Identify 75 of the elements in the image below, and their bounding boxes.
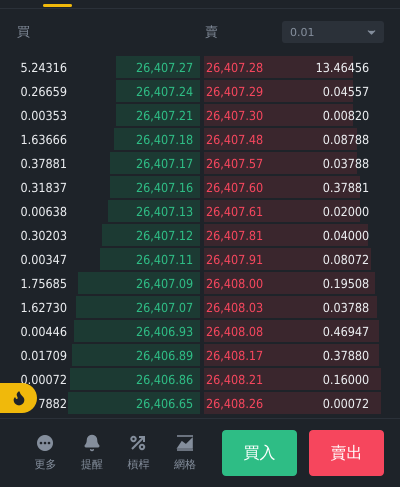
bid-quantity: 0.00353 xyxy=(20,108,67,122)
bid-quantity: 1.62730 xyxy=(20,300,67,314)
bid-quantity: 0.37881 xyxy=(20,156,67,170)
bid-label: 買 xyxy=(17,24,31,41)
ask-price: 26,407.28 xyxy=(206,60,264,74)
bid-quantity: 0.31837 xyxy=(20,180,67,194)
toolbar-button[interactable]: 更多 xyxy=(22,434,69,472)
precision-dropdown[interactable]: 0.01 xyxy=(282,21,384,43)
ask-price: 26,407.60 xyxy=(206,180,264,194)
toolbar-button[interactable]: 網格 xyxy=(162,434,208,472)
bid-price: 26,406.93 xyxy=(136,324,194,338)
ask-quantity: 0.00072 xyxy=(322,396,370,410)
bid-quantity: 0.00446 xyxy=(20,324,67,338)
ask-label: 賣 xyxy=(205,24,219,41)
sell-button[interactable]: 賣出 xyxy=(309,430,384,476)
ask-quantity: 0.00820 xyxy=(322,108,370,122)
chart-icon xyxy=(176,434,194,452)
ask-price: 26,408.00 xyxy=(206,276,264,290)
bid-quantity: 0.00347 xyxy=(20,252,67,266)
ask-price: 26,407.29 xyxy=(206,84,264,98)
toolbar-button[interactable]: 提醒 xyxy=(68,434,116,472)
ask-quantity: 13.46456 xyxy=(314,60,370,74)
percent-arrow-icon xyxy=(129,434,148,452)
bid-price: 26,407.16 xyxy=(136,180,194,194)
bid-price: 26,406.86 xyxy=(136,372,194,386)
ask-quantity: 0.04000 xyxy=(322,228,370,242)
bid-price: 26,407.27 xyxy=(136,60,194,74)
bid-price: 26,407.12 xyxy=(136,228,194,242)
bid-price: 26,407.24 xyxy=(136,84,194,98)
ask-price: 26,407.61 xyxy=(206,204,264,218)
ask-quantity: 0.08072 xyxy=(322,252,370,266)
bid-price: 26,407.18 xyxy=(136,132,194,146)
bid-quantity: 5.24316 xyxy=(20,60,67,74)
ask-quantity: 0.02000 xyxy=(322,204,370,218)
bid-quantity: 0.01709 xyxy=(20,348,67,362)
bid-quantity: 1.75685 xyxy=(20,276,67,290)
ask-price: 26,408.21 xyxy=(206,372,264,386)
flame-icon xyxy=(10,390,26,406)
bid-price: 26,406.89 xyxy=(136,348,194,362)
bid-quantity: 0.26659 xyxy=(20,84,67,98)
ask-quantity: 0.37881 xyxy=(322,180,370,194)
bid-quantity: 0.30203 xyxy=(20,228,67,242)
bid-price: 26,406.65 xyxy=(136,396,194,410)
ask-quantity: 0.08788 xyxy=(322,132,370,146)
ask-quantity: 0.04557 xyxy=(322,84,370,98)
bell-icon xyxy=(82,434,101,452)
ask-price: 26,407.48 xyxy=(206,132,264,146)
ask-price: 26,407.30 xyxy=(206,108,264,122)
ask-price: 26,408.17 xyxy=(206,348,264,362)
ask-quantity: 0.03788 xyxy=(322,300,370,314)
ask-quantity: 0.46947 xyxy=(322,324,370,338)
floating-button[interactable] xyxy=(0,383,37,413)
bid-quantity: 0.00638 xyxy=(20,204,67,218)
toolbar-button[interactable]: 槓桿 xyxy=(115,434,162,472)
more-icon xyxy=(36,434,54,452)
bid-price: 26,407.11 xyxy=(136,252,194,266)
bid-quantity: 7882 xyxy=(37,396,67,410)
ask-quantity: 0.03788 xyxy=(322,156,370,170)
ask-quantity: 0.19508 xyxy=(322,276,370,290)
bid-price: 26,407.13 xyxy=(136,204,194,218)
bid-quantity: 1.63666 xyxy=(20,132,67,146)
ask-price: 26,408.26 xyxy=(206,396,264,410)
bid-price: 26,407.09 xyxy=(136,276,194,290)
bid-price: 26,407.07 xyxy=(136,300,194,314)
ask-price: 26,407.91 xyxy=(206,252,264,266)
ask-quantity: 0.37880 xyxy=(322,348,370,362)
ask-price: 26,407.57 xyxy=(206,156,264,170)
bid-price: 26,407.17 xyxy=(136,156,194,170)
bid-price: 26,407.21 xyxy=(136,108,194,122)
ask-price: 26,407.81 xyxy=(206,228,264,242)
ask-quantity: 0.16000 xyxy=(322,372,370,386)
buy-button[interactable]: 買入 xyxy=(222,430,298,476)
ask-price: 26,408.03 xyxy=(206,300,264,314)
bid-quantity: 0.00072 xyxy=(20,372,67,386)
ask-price: 26,408.08 xyxy=(206,324,264,338)
